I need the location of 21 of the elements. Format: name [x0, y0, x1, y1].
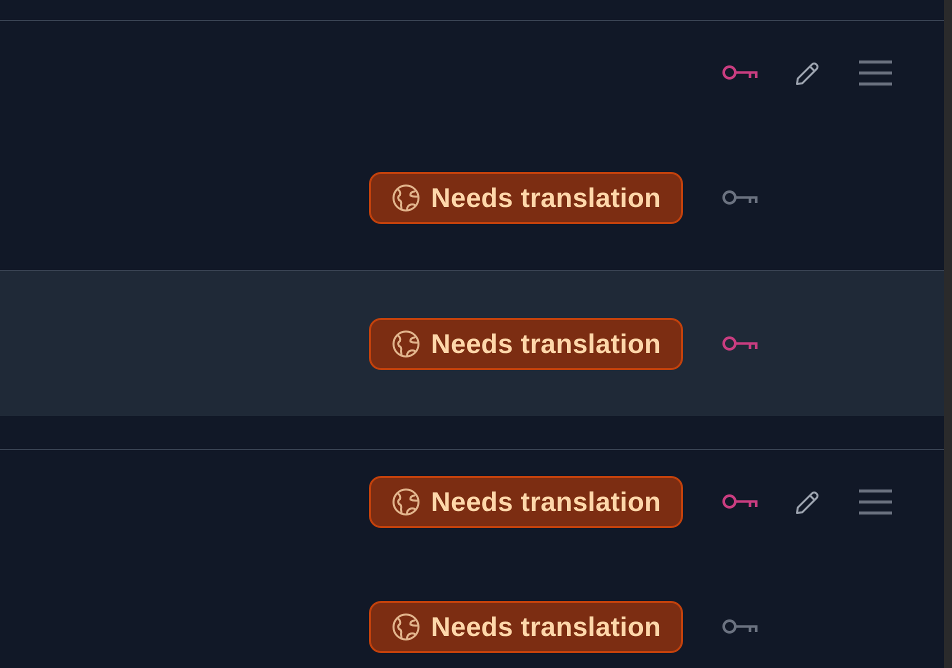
- key-icon[interactable]: [722, 190, 758, 206]
- globe-icon: [392, 330, 420, 358]
- key-icon[interactable]: [722, 65, 758, 81]
- translation-status-text: Needs translation: [431, 610, 661, 642]
- pencil-icon[interactable]: [795, 60, 821, 86]
- pencil-icon[interactable]: [795, 489, 821, 515]
- list-row[interactable]: Needs translation: [0, 450, 944, 554]
- globe-icon: [392, 184, 420, 212]
- key-icon[interactable]: [722, 336, 758, 352]
- list-row[interactable]: Needs translation: [0, 125, 944, 270]
- list-row[interactable]: Needs translation: [0, 271, 944, 416]
- globe-icon: [392, 488, 420, 516]
- globe-icon: [392, 612, 420, 640]
- key-icon[interactable]: [722, 494, 758, 510]
- list-row[interactable]: Needs translation: [0, 554, 944, 668]
- translation-status-text: Needs translation: [431, 328, 661, 360]
- translation-status-text: Needs translation: [431, 182, 661, 214]
- key-icon[interactable]: [722, 618, 758, 634]
- menu-icon[interactable]: [859, 60, 892, 86]
- translation-status-text: Needs translation: [431, 486, 661, 518]
- menu-icon[interactable]: [859, 489, 892, 515]
